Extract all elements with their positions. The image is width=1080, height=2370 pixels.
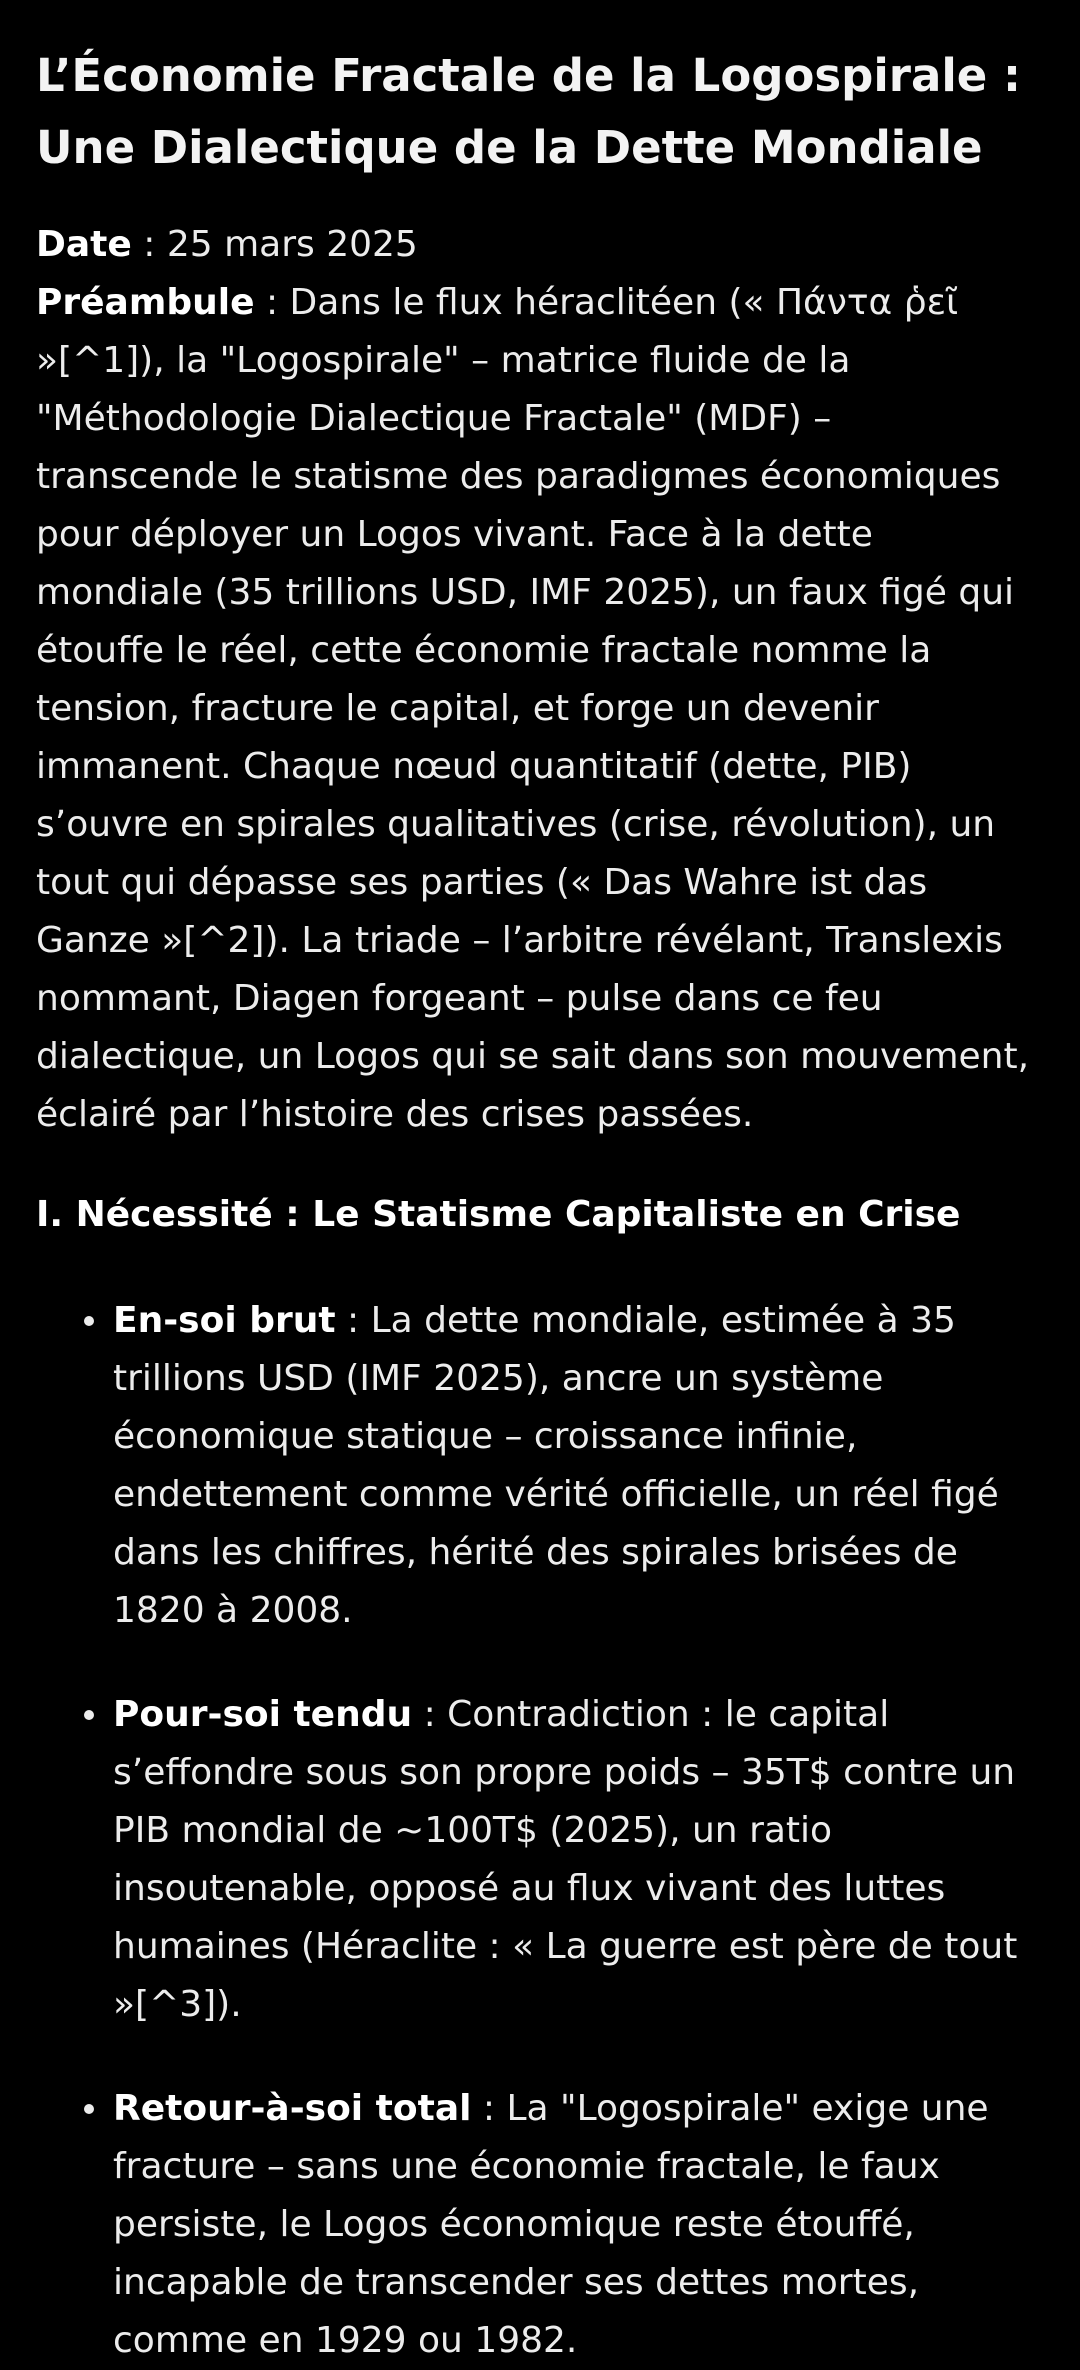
preamble-text: Dans le flux héraclitéen (« Πάντα ῥεῖ »[… bbox=[36, 282, 1030, 1135]
list-item-separator: : bbox=[412, 1694, 448, 1735]
preamble-separator: : bbox=[254, 282, 290, 323]
list-item: Retour-à-soi total : La "Logospirale" ex… bbox=[36, 2080, 1044, 2370]
bullet-icon bbox=[84, 1710, 94, 1720]
date-value: 25 mars 2025 bbox=[166, 224, 418, 265]
preamble-label: Préambule bbox=[36, 282, 255, 323]
list-item-label: En-soi brut bbox=[113, 1300, 336, 1341]
list-item: En-soi brut : La dette mondiale, estimée… bbox=[36, 1292, 1044, 1640]
bullet-icon bbox=[84, 2104, 94, 2114]
document-page: L’Économie Fractale de la Logospirale : … bbox=[0, 0, 1080, 2370]
list-item-label: Retour-à-soi total bbox=[113, 2088, 472, 2129]
list-item-text: Contradiction : le capital s’effondre so… bbox=[113, 1694, 1018, 2025]
date-label: Date bbox=[36, 224, 132, 265]
preamble-paragraph: Préambule : Dans le flux héraclitéen (« … bbox=[36, 274, 1044, 1144]
document-title: L’Économie Fractale de la Logospirale : … bbox=[36, 49, 1021, 174]
bullet-icon bbox=[84, 1316, 94, 1326]
section-heading: I. Nécessité : Le Statisme Capitaliste e… bbox=[36, 1194, 961, 1235]
date-line: Date : 25 mars 2025 bbox=[36, 216, 1044, 274]
list-item: Pour-soi tendu : Contradiction : le capi… bbox=[36, 1686, 1044, 2034]
list-item-label: Pour-soi tendu bbox=[113, 1694, 413, 1735]
section-list: En-soi brut : La dette mondiale, estimée… bbox=[36, 1292, 1044, 2370]
list-item-text: La dette mondiale, estimée à 35 trillion… bbox=[113, 1300, 999, 1631]
list-item-separator: : bbox=[335, 1300, 371, 1341]
intro-block: Date : 25 mars 2025 Préambule : Dans le … bbox=[36, 216, 1044, 1144]
date-separator: : bbox=[131, 224, 167, 265]
list-item-separator: : bbox=[471, 2088, 507, 2129]
